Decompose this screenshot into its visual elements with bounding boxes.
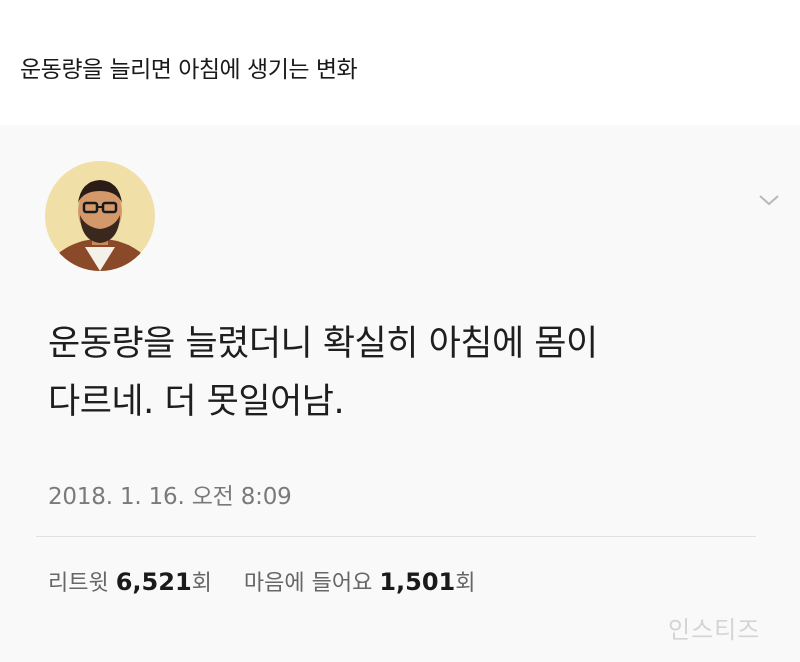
likes-count[interactable]: 1,501 bbox=[379, 568, 455, 596]
retweets-count[interactable]: 6,521 bbox=[116, 568, 192, 596]
watermark: 인스티즈 bbox=[668, 616, 761, 644]
retweets-label: 리트윗 bbox=[48, 571, 109, 596]
tweet-card: 운동량을 늘렸더니 확실히 아침에 몸이 다르네. 더 못일어남. 2018. … bbox=[0, 125, 800, 662]
avatar-illustration bbox=[45, 161, 155, 271]
post-title: 운동량을 늘리면 아침에 생기는 변화 bbox=[20, 57, 358, 83]
tweet-stats: 리트윗 6,521회 마음에 들어요 1,501회 bbox=[48, 565, 476, 597]
profile-avatar[interactable] bbox=[45, 161, 155, 271]
tweet-timestamp[interactable]: 2018. 1. 16. 오전 8:09 bbox=[48, 477, 292, 511]
tweet-text-line-2: 다르네. 더 못일어남. bbox=[48, 382, 345, 422]
likes-unit: 회 bbox=[455, 571, 476, 596]
tweet-text-line-1: 운동량을 늘렸더니 확실히 아침에 몸이 bbox=[48, 324, 598, 364]
tweet-text: 운동량을 늘렸더니 확실히 아침에 몸이 다르네. 더 못일어남. bbox=[48, 315, 768, 431]
retweets-unit: 회 bbox=[191, 571, 212, 596]
likes-label: 마음에 들어요 bbox=[243, 571, 373, 596]
divider bbox=[36, 536, 756, 537]
chevron-down-icon[interactable] bbox=[757, 192, 781, 208]
